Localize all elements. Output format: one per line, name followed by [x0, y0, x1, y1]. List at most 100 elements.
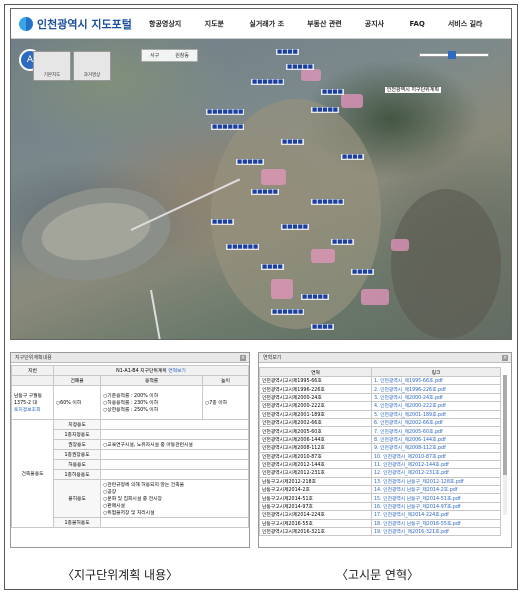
history-pdf-link[interactable]: 12. 인천광역시_제2012-231호.pdf [371, 468, 501, 478]
table-row: 인천광역시고시제2000-222호 4. 인천광역시_제2000-222호.pdf [259, 401, 501, 411]
table-row: 남동구고시제2014-97호 16. 인천광역시 남동구_제2014-97호.pd… [259, 501, 501, 512]
table-row: 남동구고시제2014-2호 14. 인천광역시 남동구_제2014-2호.pdf [259, 485, 501, 495]
history-pdf-link[interactable]: 9. 인천광역시_제2008-112호.pdf [371, 443, 501, 453]
col-far: 용적률 [100, 375, 204, 386]
nav-item-notice[interactable]: 공지사항 [365, 9, 387, 58]
col-bcr: 건폐율 [52, 375, 102, 386]
district-zone[interactable] [261, 169, 286, 185]
table-row: 인천광역시고시제2008-112호 9. 인천광역시_제2008-112호.pdf [259, 443, 501, 453]
district-zone[interactable] [341, 94, 363, 108]
table-row: 남동구고시제2012-218호 13. 인천광역시 남동구_제2012-128호.… [259, 476, 501, 487]
panel-titlebar: 지구단위계획내용 × [11, 353, 249, 363]
district-zone[interactable] [311, 249, 335, 263]
zoom-slider[interactable] [419, 51, 489, 59]
history-notice: 인천광역시고시제1995-66호 [259, 375, 372, 386]
use-key: 1층권장용도 [52, 449, 102, 460]
use-value [100, 459, 249, 470]
history-pdf-link[interactable]: 19. 인천광역시_제2016-321호.pdf [371, 527, 501, 537]
crumb-dong[interactable]: 원창동 [167, 50, 197, 61]
district-plan-table: 지번 N1-A1-B4 지구단위계획 연혁보기 건폐율 용적률 높이 남동구 구… [11, 365, 249, 528]
col-link: 링크 [371, 367, 501, 377]
land-info-link[interactable]: 토지정보조회 [14, 406, 51, 413]
history-pdf-link[interactable]: 4. 인천광역시_제2000-222호.pdf [371, 401, 501, 411]
map-type-switcher: 기본지도 과거영상 [33, 51, 111, 81]
nav-item-aerial-map[interactable]: 항공영상지도 [149, 9, 182, 58]
table-row: 인천광역시고시제2006-144호 8. 인천광역시_제2006-144호.pdf [259, 434, 501, 445]
use-value: ○관련규정에 의해 허용되지 않는 건축물 ○공장 ○문화 및 집회시설 중 전… [100, 479, 249, 518]
blank-header [11, 375, 54, 386]
map-type-basic[interactable]: 기본지도 [33, 51, 71, 81]
history-notice: 인천광역시고시제2014-224호 [259, 510, 372, 520]
scrollbar[interactable] [503, 375, 507, 515]
history-pdf-link[interactable]: 15. 인천광역시 남동구_제2014-51호.pdf [371, 493, 501, 503]
crumb-district[interactable]: 서구 [142, 50, 167, 61]
use-label: 건축물용도 [11, 419, 54, 528]
nav-item-real-estate[interactable]: 부동산 관련업 [307, 9, 342, 58]
district-zone[interactable] [391, 239, 409, 251]
east-area [391, 189, 501, 339]
portal-logo[interactable]: 인천광역시 지도포털 [19, 16, 132, 32]
scrollbar-thumb[interactable] [503, 375, 507, 475]
history-pdf-link[interactable]: 6. 인천광역시_제2002-66호.pdf [371, 417, 501, 428]
history-panel: 연혁보기 × 연혁 링크 인천광역시고시제1995-66호 1. 인천광역시_제1… [258, 352, 512, 548]
history-pdf-link[interactable]: 11. 인천광역시_제2012-144호.pdf [371, 459, 501, 470]
nav-item-guide[interactable]: 서비스 길라잡이 [448, 9, 488, 58]
far-upper: ○상한용적률 : 250% 이하 [103, 408, 159, 413]
caption-right: 〈고시문 연혁〉 [336, 568, 420, 582]
history-link[interactable]: 연혁보기 [168, 369, 186, 374]
panel-title: 지구단위계획내용 [15, 355, 52, 361]
history-pdf-link[interactable]: 2. 인천광역시_제1996-226호.pdf [371, 384, 501, 394]
nav-item-faq[interactable]: FAQ [410, 9, 425, 39]
district-zone[interactable] [271, 279, 293, 299]
close-icon[interactable]: × [240, 355, 246, 361]
history-notice: 남동구고시제2016-55호 [259, 518, 372, 529]
nav-item-map-split[interactable]: 지도분할 [205, 9, 227, 58]
history-pdf-link[interactable]: 17. 인천광역시_제2014-224호.pdf [371, 510, 501, 520]
history-pdf-link[interactable]: 16. 인천광역시 남동구_제2014-97호.pdf [371, 501, 501, 512]
table-row: 인천광역시고시제2010-87호 10. 인천광역시_제2010-87호.pdf [259, 451, 501, 461]
panel-titlebar: 연혁보기 × [259, 353, 511, 363]
history-notice: 인천광역시고시제2012-231호 [259, 468, 372, 478]
history-notice: 남동구고시제2014-97호 [259, 501, 372, 512]
table-row: 인천광역시고시제1995-66호 1. 인천광역시_제1995-66호.pdf [259, 375, 501, 386]
history-notice: 인천광역시고시제2002-66호 [259, 417, 372, 428]
history-pdf-link[interactable]: 10. 인천광역시_제2010-87호.pdf [371, 451, 501, 461]
col-lot: 지번 [11, 365, 54, 376]
table-row: 인천광역시고시제2005-60호 7. 인천광역시_제2005-60호.pdf [259, 426, 501, 436]
bridge-line [150, 289, 165, 339]
bcr-value: ○60% 이하 [52, 385, 102, 420]
district-zone[interactable] [301, 69, 321, 81]
aerial-map[interactable]: ■■■■ ■■■■■ ■■■■■■ ■■■■ ■■■■■ ■■■■■■■ ■■■… [11, 39, 511, 339]
city-area [211, 99, 381, 329]
caption-left: 〈지구단위계획 내용〉 [62, 568, 179, 582]
history-pdf-link[interactable]: 3. 인천광역시_제2000-24호.pdf [371, 392, 501, 403]
history-pdf-link[interactable]: 5. 인천광역시_제2001-189호.pdf [371, 409, 501, 419]
map-type-past[interactable]: 과거영상 [73, 51, 111, 81]
history-table: 연혁 링크 인천광역시고시제1995-66호 1. 인천광역시_제1995-66호… [259, 367, 501, 537]
use-key: 지정용도 [52, 419, 102, 430]
zoom-knob[interactable] [448, 51, 456, 59]
district-zone[interactable] [361, 289, 389, 305]
history-notice: 인천광역시고시제2008-112호 [259, 443, 372, 453]
close-icon[interactable]: × [502, 355, 508, 361]
use-key: 불허용도 [52, 479, 102, 518]
history-pdf-link[interactable]: 18. 인천광역시 남동구_제2016-55호.pdf [371, 518, 501, 529]
history-pdf-link[interactable]: 13. 인천광역시 남동구_제2012-128호.pdf [371, 476, 501, 487]
table-row: 인천광역시고시제2002-66호 6. 인천광역시_제2002-66호.pdf [259, 417, 501, 428]
history-pdf-link[interactable]: 1. 인천광역시_제1995-66호.pdf [371, 375, 501, 386]
panel-title: 연혁보기 [263, 355, 282, 361]
use-value [100, 429, 249, 440]
use-value [100, 419, 249, 430]
history-pdf-link[interactable]: 8. 인천광역시_제2006-144호.pdf [371, 434, 501, 445]
nav-item-real-price[interactable]: 실거래가 조회 [249, 9, 284, 58]
history-notice: 인천광역시고시제2005-60호 [259, 426, 372, 436]
history-notice: 인천광역시고시제2010-87호 [259, 451, 372, 461]
history-notice: 인천광역시고시제2000-24호 [259, 392, 372, 403]
history-notice: 남동구고시제2012-218호 [259, 476, 372, 487]
table-row: 인천광역시고시제1996-226호 2. 인천광역시_제1996-226호.pdf [259, 384, 501, 394]
map-portal-screenshot: 인천광역시 지도포털 항공영상지도 지도분할 실거래가 조회 부동산 관련업 공… [10, 8, 512, 340]
history-pdf-link[interactable]: 7. 인천광역시_제2005-60호.pdf [371, 426, 501, 436]
history-pdf-link[interactable]: 14. 인천광역시 남동구_제2014-2호.pdf [371, 485, 501, 495]
use-key: 권장용도 [52, 439, 102, 450]
history-notice: 인천광역시고시제2001-189호 [259, 409, 372, 419]
